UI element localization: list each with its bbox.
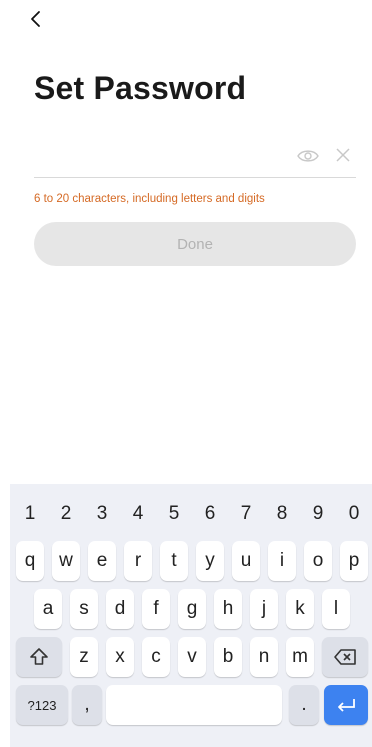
key-0[interactable]: 0 — [338, 494, 370, 534]
key-t[interactable]: t — [160, 541, 188, 581]
eye-icon[interactable] — [297, 147, 319, 165]
period-key[interactable]: . — [289, 685, 319, 725]
shift-icon — [30, 648, 48, 665]
symbols-key[interactable]: ?123 — [16, 685, 68, 725]
password-hint: 6 to 20 characters, including letters an… — [34, 193, 265, 205]
key-z[interactable]: z — [70, 637, 98, 677]
key-i[interactable]: i — [268, 541, 296, 581]
enter-icon — [338, 699, 355, 712]
page-title: Set Password — [34, 70, 247, 106]
keyboard: 1 2 3 4 5 6 7 8 9 0 q w e r t y u i o p … — [10, 484, 372, 747]
password-field[interactable] — [34, 138, 356, 178]
done-button[interactable]: Done — [34, 222, 356, 266]
space-key[interactable] — [106, 685, 282, 725]
backspace-key[interactable] — [322, 637, 368, 677]
key-r[interactable]: r — [124, 541, 152, 581]
key-3[interactable]: 3 — [86, 494, 118, 534]
backspace-icon — [334, 649, 356, 665]
key-2[interactable]: 2 — [50, 494, 82, 534]
key-m[interactable]: m — [286, 637, 314, 677]
key-y[interactable]: y — [196, 541, 224, 581]
key-q[interactable]: q — [16, 541, 44, 581]
key-e[interactable]: e — [88, 541, 116, 581]
key-5[interactable]: 5 — [158, 494, 190, 534]
key-j[interactable]: j — [250, 589, 278, 629]
key-o[interactable]: o — [304, 541, 332, 581]
key-n[interactable]: n — [250, 637, 278, 677]
number-row: 1 2 3 4 5 6 7 8 9 0 — [10, 494, 372, 534]
key-w[interactable]: w — [52, 541, 80, 581]
shift-key[interactable] — [16, 637, 62, 677]
key-a[interactable]: a — [34, 589, 62, 629]
key-s[interactable]: s — [70, 589, 98, 629]
key-x[interactable]: x — [106, 637, 134, 677]
key-9[interactable]: 9 — [302, 494, 334, 534]
key-k[interactable]: k — [286, 589, 314, 629]
key-c[interactable]: c — [142, 637, 170, 677]
key-6[interactable]: 6 — [194, 494, 226, 534]
close-icon[interactable] — [336, 148, 350, 162]
key-8[interactable]: 8 — [266, 494, 298, 534]
key-u[interactable]: u — [232, 541, 260, 581]
back-button[interactable] — [24, 6, 46, 32]
enter-key[interactable] — [324, 685, 368, 725]
key-d[interactable]: d — [106, 589, 134, 629]
password-input[interactable] — [34, 144, 284, 174]
key-v[interactable]: v — [178, 637, 206, 677]
chevron-left-icon — [31, 11, 40, 27]
key-f[interactable]: f — [142, 589, 170, 629]
key-p[interactable]: p — [340, 541, 368, 581]
key-l[interactable]: l — [322, 589, 350, 629]
key-1[interactable]: 1 — [14, 494, 46, 534]
key-g[interactable]: g — [178, 589, 206, 629]
key-b[interactable]: b — [214, 637, 242, 677]
key-h[interactable]: h — [214, 589, 242, 629]
key-7[interactable]: 7 — [230, 494, 262, 534]
comma-key[interactable]: , — [72, 685, 102, 725]
key-4[interactable]: 4 — [122, 494, 154, 534]
